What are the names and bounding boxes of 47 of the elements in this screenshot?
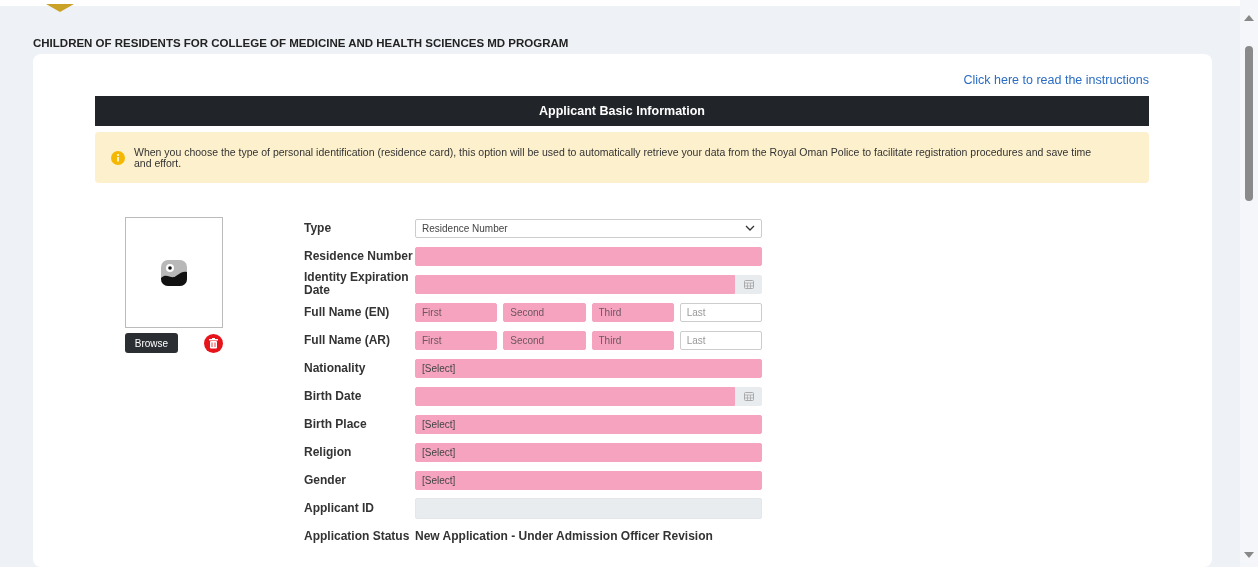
field-label: Birth Date: [304, 389, 363, 403]
name-field[interactable]: Second: [503, 330, 586, 350]
input-field[interactable]: [415, 246, 762, 266]
chevron-down-icon: [745, 225, 755, 231]
name-field[interactable]: First: [415, 302, 498, 322]
field-label: Gender: [304, 473, 347, 487]
image-placeholder-icon: [161, 259, 187, 286]
scrollbar-thumb[interactable]: [1245, 46, 1253, 201]
name-field[interactable]: First: [415, 330, 498, 350]
field-label: Birth Place: [304, 417, 368, 431]
scroll-up-icon[interactable]: [1244, 15, 1254, 21]
browse-button[interactable]: Browse: [125, 333, 178, 353]
calendar-icon: [743, 279, 754, 289]
name-field[interactable]: Last: [679, 330, 762, 350]
name-field[interactable]: Last: [679, 302, 762, 322]
name-field[interactable]: Third: [591, 302, 674, 322]
name-field[interactable]: Third: [591, 330, 674, 350]
field-label: Application Status: [304, 529, 411, 543]
scrollbar[interactable]: [1240, 0, 1258, 567]
date-field[interactable]: [415, 386, 735, 406]
field-label: Residence Number: [304, 249, 414, 263]
emblem-icon: [46, 4, 74, 12]
scroll-down-icon[interactable]: [1244, 552, 1254, 558]
field-label: Religion: [304, 445, 353, 459]
info-icon: [111, 150, 125, 165]
field-label: Applicant ID: [304, 501, 375, 515]
field-label: Nationality: [304, 361, 367, 375]
field-label: Identity Expiration Date: [304, 271, 410, 297]
select-field[interactable]: [Select]: [415, 470, 762, 490]
date-field[interactable]: [415, 274, 735, 294]
section-header: Applicant Basic Information: [95, 96, 1149, 126]
type-dropdown[interactable]: Residence Number: [415, 218, 762, 238]
page-title: CHILDREN OF RESIDENTS FOR COLLEGE OF MEDICINE AND HEALTH SCIENCES MD PROGRAM: [33, 37, 570, 51]
field-label: Full Name (EN): [304, 305, 391, 319]
select-field[interactable]: [Select]: [415, 358, 762, 378]
name-field[interactable]: Second: [503, 302, 586, 322]
calendar-icon: [743, 391, 754, 401]
field-label: Type: [304, 221, 333, 235]
trash-icon[interactable]: [204, 333, 223, 353]
status-text: New Application - Under Admission Officer Revision: [415, 529, 713, 543]
calendar-button[interactable]: [735, 274, 762, 294]
instructions-link[interactable]: Click here to read the instructions: [963, 73, 1149, 96]
select-field[interactable]: [Select]: [415, 442, 762, 462]
field-label: Full Name (AR): [304, 333, 391, 347]
select-field[interactable]: [Select]: [415, 414, 762, 434]
info-text: When you choose the type of personal identification (residence card), this option will be used to automatically retrieve your data from the Royal Oman Police to facilitate registration procedures and save time and effort.: [134, 146, 1093, 169]
calendar-button[interactable]: [735, 386, 762, 406]
